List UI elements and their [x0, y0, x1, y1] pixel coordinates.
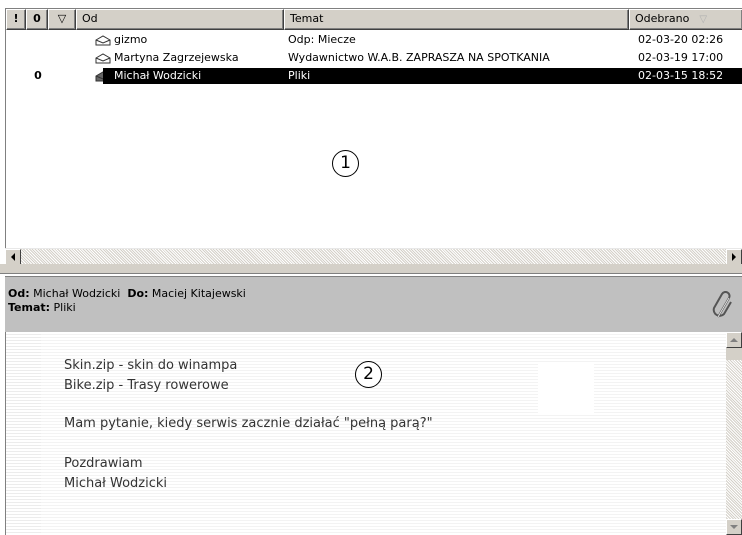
arrow-right-icon — [732, 253, 736, 261]
message-received-date: 02-03-20 02:26 — [638, 33, 724, 46]
column-header-row: ! 0 ▽ Od Temat Odebrano ▽ — [6, 9, 742, 30]
message-received-date: 02-03-19 17:00 — [638, 51, 724, 64]
body-line: Mam pytanie, kiedy serwis zacznie działa… — [64, 416, 433, 431]
arrow-up-icon — [730, 338, 738, 342]
paperclip-icon[interactable] — [712, 291, 734, 323]
blank-region — [538, 364, 594, 414]
arrow-left-icon — [11, 253, 15, 261]
message-subject: Wydawnictwo W.A.B. ZAPRASZA NA SPOTKANIA — [288, 51, 550, 64]
message-from: gizmo — [114, 33, 148, 46]
message-received-date: 02-03-15 18:52 — [638, 68, 742, 84]
column-subject[interactable]: Temat — [284, 9, 629, 30]
column-flag[interactable]: ▽ — [48, 9, 76, 30]
body-line: Bike.zip - Trasy rowerowe — [64, 378, 229, 393]
sort-descending-icon: ▽ — [699, 14, 708, 25]
envelope-open-icon — [95, 35, 111, 46]
body-line: Pozdrawiam — [64, 456, 143, 471]
preview-header: Od: Michał Wodzicki Do: Maciej Kitajewsk… — [5, 276, 742, 332]
scroll-down-button[interactable] — [726, 519, 742, 535]
message-subject: Pliki — [288, 68, 638, 84]
preview-subject-line: Temat: Pliki — [8, 301, 742, 315]
subject-value: Pliki — [53, 301, 76, 314]
pane-splitter[interactable] — [0, 264, 742, 274]
vertical-scroll-thumb[interactable] — [726, 348, 742, 360]
message-from: Michał Wodzicki — [114, 68, 288, 84]
message-from: Martyna Zagrzejewska — [114, 51, 239, 64]
arrow-down-icon — [730, 525, 738, 529]
message-row[interactable]: gizmo Odp: Miecze 02-03-20 02:26 — [6, 31, 742, 49]
from-label: Od: — [8, 287, 30, 300]
message-subject: Odp: Miecze — [288, 33, 356, 46]
message-row[interactable]: Martyna Zagrzejewska Wydawnictwo W.A.B. Z… — [6, 49, 742, 67]
scroll-up-button[interactable] — [726, 332, 742, 348]
message-rows: gizmo Odp: Miecze 02-03-20 02:26 Martyna Za… — [6, 31, 742, 85]
column-from[interactable]: Od — [76, 9, 284, 30]
vertical-scrollbar[interactable] — [726, 332, 742, 535]
to-value: Maciej Kitajewski — [151, 287, 246, 300]
horizontal-scroll-track[interactable] — [21, 249, 726, 264]
column-received[interactable]: Odebrano ▽ — [629, 9, 742, 30]
scroll-right-button[interactable] — [726, 249, 742, 265]
column-received-label: Odebrano — [635, 12, 690, 25]
from-value: Michał Wodzicki — [33, 287, 121, 300]
callout-marker-1: 1 — [332, 150, 359, 177]
horizontal-scrollbar[interactable] — [5, 248, 742, 265]
body-line: Skin.zip - skin do winampa — [64, 358, 238, 373]
callout-marker-2: 2 — [355, 361, 382, 388]
column-priority[interactable]: ! — [6, 9, 26, 30]
to-label: Do: — [127, 287, 149, 300]
subject-label: Temat: — [8, 301, 51, 314]
message-row[interactable]: 0 Michał Wodzicki Pliki 02-03-15 18:52 — [6, 67, 742, 85]
preview-from-line: Od: Michał Wodzicki Do: Maciej Kitajewsk… — [8, 287, 742, 301]
envelope-open-icon — [95, 53, 111, 64]
body-line: Michał Wodzicki — [64, 476, 168, 491]
scroll-left-button[interactable] — [5, 249, 21, 265]
column-attachment[interactable]: 0 — [26, 9, 48, 30]
attachment-indicator-icon: 0 — [34, 69, 42, 82]
message-list-pane: ! 0 ▽ Od Temat Odebrano ▽ gizmo Odp: Miecz… — [5, 8, 742, 264]
